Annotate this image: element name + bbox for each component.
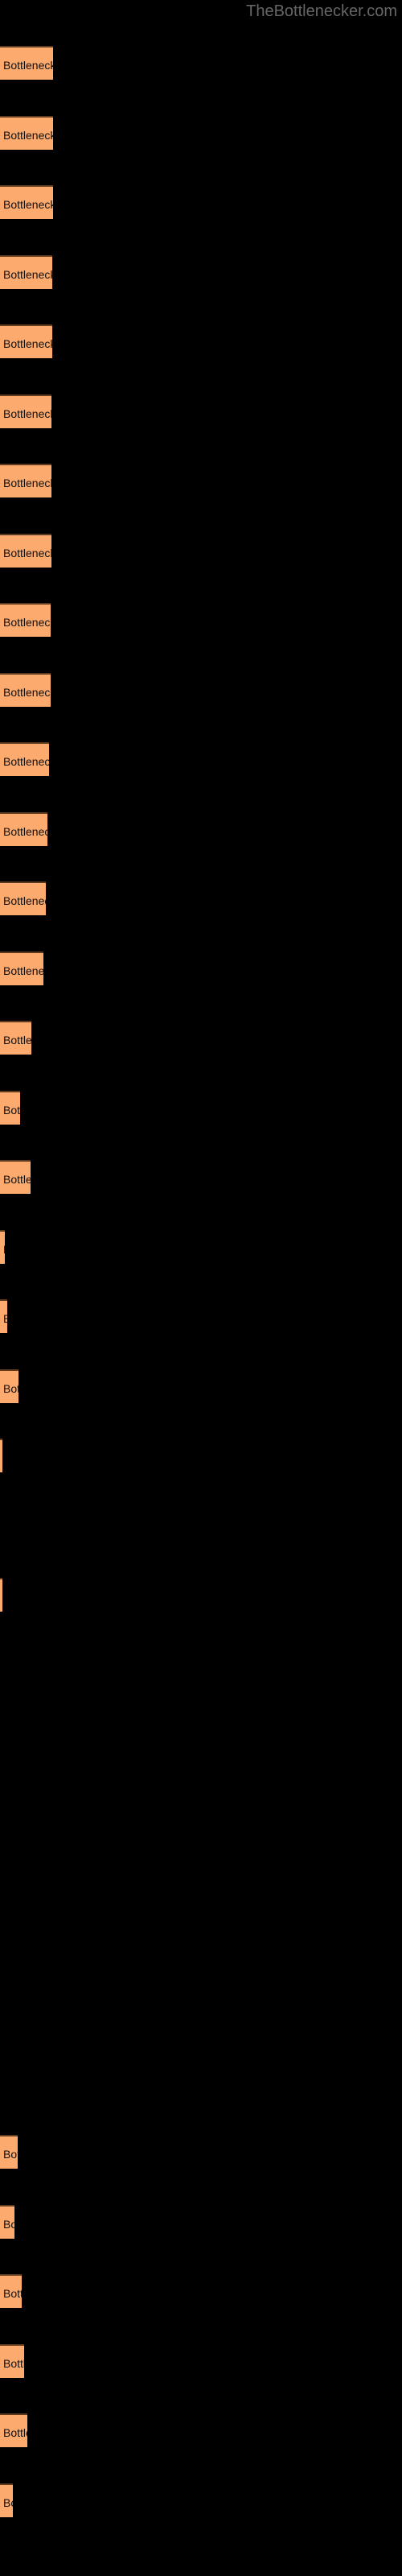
bar[interactable]: Bottleneck result	[0, 324, 52, 358]
bar[interactable]: Bottleneck result	[0, 1090, 20, 1125]
bar-label: Bottleneck result	[3, 1381, 18, 1395]
bar-label: Bottleneck result	[3, 685, 51, 699]
bar-label: Bottleneck result	[3, 128, 53, 142]
bar-label: Bottleneck result	[3, 267, 52, 281]
bar-label: Bottleneck result	[3, 894, 46, 907]
bar[interactable]: Bottleneck result	[0, 603, 51, 637]
bar[interactable]: Bottleneck result	[0, 1299, 7, 1333]
bar-label: Bottleneck result	[3, 755, 49, 768]
bar[interactable]: Bottleneck result	[0, 533, 51, 568]
bar-label: Bottleneck result	[3, 2287, 22, 2300]
bar-label: Bottleneck result	[3, 59, 53, 72]
bar[interactable]: Bottleneck result	[0, 1578, 2, 1612]
bar[interactable]: Bottleneck result	[0, 1021, 31, 1055]
bar-label: Bottleneck result	[3, 2496, 13, 2509]
bar-chart: TheBottlenecker.com Bottleneck result Bot…	[0, 0, 402, 2576]
bar-label: Bottleneck result	[3, 1232, 5, 1264]
bar[interactable]: Bottleneck result	[0, 46, 53, 80]
bar[interactable]: Bottleneck result	[0, 2135, 18, 2169]
bar[interactable]: Bottleneck result	[0, 951, 43, 985]
bar[interactable]: Bottleneck result	[0, 115, 53, 150]
bar[interactable]: Bottleneck result	[0, 2413, 27, 2447]
bar-label: Bottleneck result	[3, 616, 51, 629]
bar-label: Bottleneck result	[3, 964, 43, 977]
bar[interactable]: Bottleneck result	[0, 1160, 31, 1194]
bar-label: Bottleneck result	[3, 2426, 27, 2439]
bar[interactable]: Bottleneck result	[0, 1368, 18, 1403]
bar[interactable]: Bottleneck result	[0, 881, 46, 915]
bar-label: Bottleneck result	[3, 407, 51, 420]
bar[interactable]: Bottleneck result	[0, 464, 51, 497]
bar[interactable]: Bottleneck result	[0, 742, 49, 776]
bar[interactable]: Bottleneck result	[0, 1439, 2, 1472]
bar-label: Bottleneck result	[3, 1103, 20, 1117]
bar[interactable]: Bottleneck result	[0, 1229, 5, 1264]
bar[interactable]: Bottleneck result	[0, 2483, 13, 2517]
bar-label: Bottleneck result	[3, 1173, 31, 1186]
bar-label: Bottleneck result	[3, 2217, 14, 2231]
bar[interactable]: Bottleneck result	[0, 254, 52, 289]
bar-label: Bottleneck result	[3, 1034, 31, 1046]
bar[interactable]: Bottleneck result	[0, 2274, 22, 2308]
bar-label: Bottleneck result	[3, 2356, 24, 2370]
bar-label: Bottleneck result	[3, 2148, 18, 2161]
bar[interactable]: Bottleneck result	[0, 2204, 14, 2239]
bar[interactable]: Bottleneck result	[0, 185, 53, 219]
bar[interactable]: Bottleneck result	[0, 394, 51, 428]
bar[interactable]: Bottleneck result	[0, 672, 51, 707]
bar-label: Bottleneck result	[3, 198, 53, 211]
bar-label: Bottleneck result	[3, 546, 51, 559]
bar-label: Bottleneck result	[3, 1301, 7, 1333]
bar-label: Bottleneck result	[3, 337, 52, 350]
bar-label: Bottleneck result	[3, 824, 47, 838]
bar[interactable]: Bottleneck result	[0, 2343, 24, 2378]
site-title: TheBottlenecker.com	[246, 2, 397, 20]
bar[interactable]: Bottleneck result	[0, 811, 47, 846]
bar-label: Bottleneck result	[3, 477, 51, 489]
